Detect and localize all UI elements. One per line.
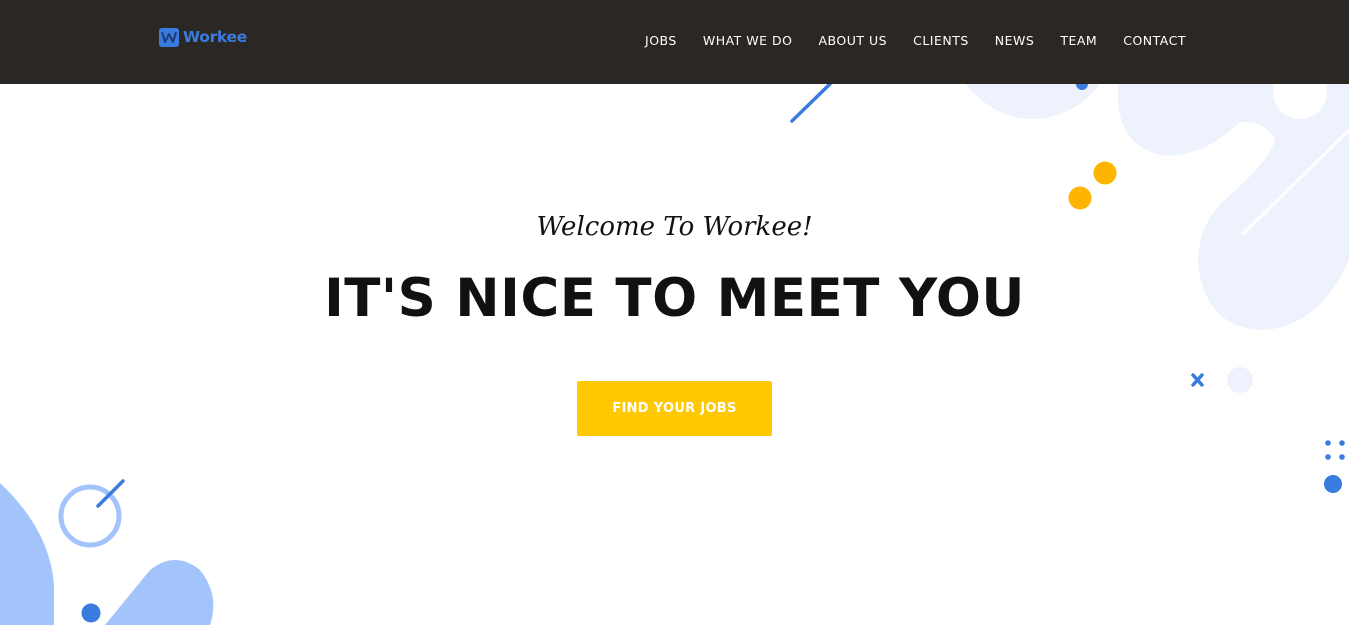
nav-item-about-us[interactable]: ABOUT US (819, 33, 888, 48)
nav-item-team[interactable]: TEAM (1060, 33, 1097, 48)
hero-headline: IT'S NICE TO MEET YOU (324, 268, 1025, 329)
dot-grid-right (1325, 440, 1345, 460)
diagonal-line-top (790, 82, 832, 123)
bottom-pill-shape (105, 560, 214, 625)
main-nav: JOBS WHAT WE DO ABOUT US CLIENTS NEWS TE… (619, 33, 1186, 48)
blue-dot-right (1324, 475, 1342, 493)
yellow-dot-2 (1068, 186, 1092, 210)
find-your-jobs-button[interactable]: FIND YOUR JOBS (577, 381, 772, 436)
nav-item-jobs[interactable]: JOBS (645, 33, 677, 48)
yellow-dot-1 (1093, 161, 1117, 185)
brand-name: Workee (183, 28, 247, 46)
landing-page: Workee JOBS WHAT WE DO ABOUT US CLIENTS … (0, 0, 1349, 625)
w-logo-icon (159, 27, 179, 47)
site-header: Workee JOBS WHAT WE DO ABOUT US CLIENTS … (0, 0, 1349, 84)
pale-circle-right (1227, 367, 1253, 393)
nav-item-what-we-do[interactable]: WHAT WE DO (703, 33, 793, 48)
brand-logo[interactable]: Workee (159, 26, 247, 48)
nav-item-clients[interactable]: CLIENTS (913, 33, 969, 48)
diagonal-line-left (96, 479, 125, 508)
bottom-left-blob (0, 483, 54, 625)
blue-dot-bottom-left (81, 603, 101, 623)
hero-welcome-text: Welcome To Workee! (536, 212, 813, 242)
x-mark-icon (1191, 373, 1204, 387)
nav-item-news[interactable]: NEWS (995, 33, 1035, 48)
nav-item-contact[interactable]: CONTACT (1123, 33, 1186, 48)
